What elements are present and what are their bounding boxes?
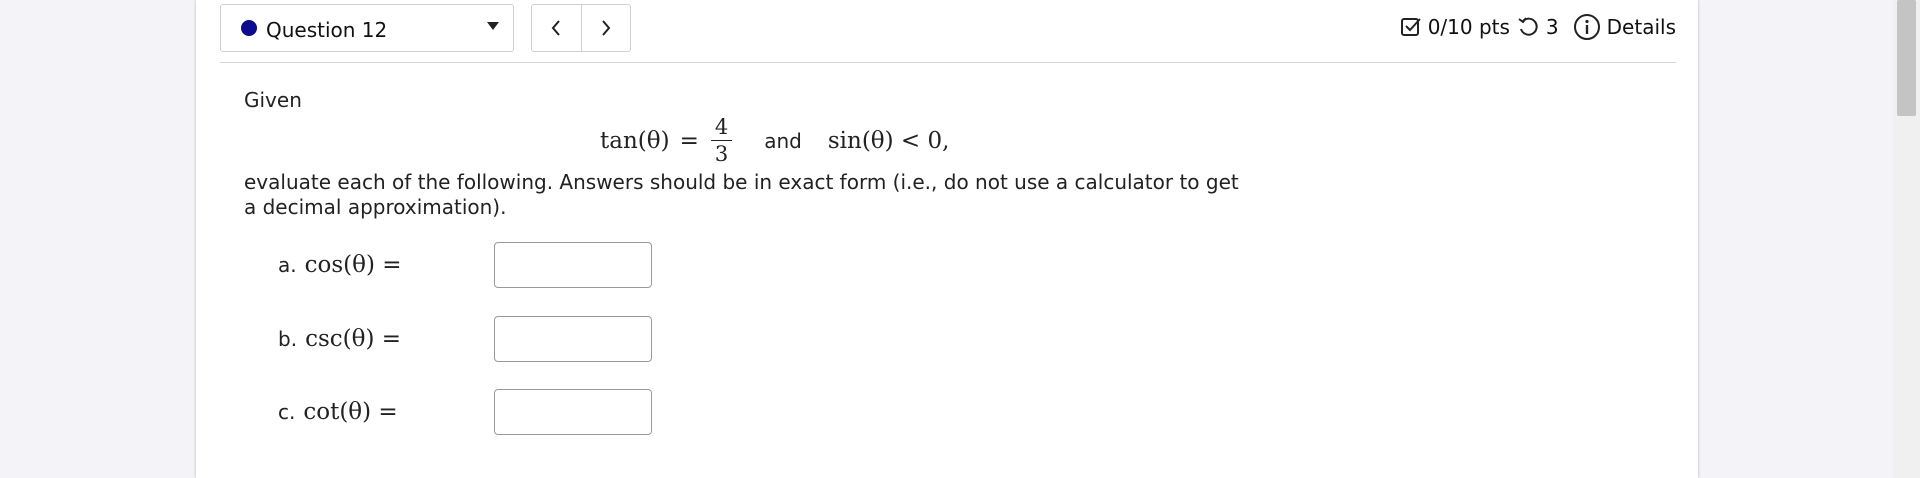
part-c: c. cot(θ) = (278, 389, 652, 435)
status-dot (241, 20, 257, 36)
answer-input-b[interactable] (494, 316, 652, 362)
question-label: Question 12 (266, 18, 388, 42)
scrollbar-thumb[interactable] (1897, 0, 1916, 116)
answer-input-c[interactable] (494, 389, 652, 435)
fraction-denominator: 3 (714, 142, 729, 166)
part-expression: cos(θ) = (304, 252, 402, 278)
equation-lhs: tan(θ) (600, 128, 670, 154)
page-scrollbar[interactable] (1893, 0, 1920, 478)
equation-conjunction: and (764, 129, 802, 153)
equation-condition: sin(θ) < 0, (827, 128, 950, 154)
fraction-numerator: 4 (710, 117, 733, 141)
retry-icon (1516, 15, 1540, 39)
next-question-button[interactable] (580, 5, 631, 51)
instructions-text: evaluate each of the following. Answers … (244, 170, 1239, 219)
question-status: 0/10 pts 3 Details (1400, 14, 1676, 40)
caret-down-icon (487, 22, 499, 30)
info-icon (1573, 14, 1600, 40)
question-card: Question 12 0/10 pts 3 Details Given tan… (196, 0, 1698, 478)
part-letter: a. (278, 253, 297, 277)
given-equation: tan(θ) = 4 3 and sin(θ) < 0, (600, 110, 949, 172)
part-a: a. cos(θ) = (278, 242, 652, 288)
question-nav (531, 4, 631, 52)
answer-input-a[interactable] (494, 242, 652, 288)
part-letter: c. (278, 400, 296, 424)
given-label: Given (244, 88, 302, 112)
chevron-left-icon (551, 20, 561, 36)
part-letter: b. (278, 327, 298, 351)
chevron-right-icon (601, 20, 611, 36)
question-selector[interactable]: Question 12 (220, 4, 514, 52)
points-text: 0/10 pts (1427, 15, 1510, 39)
details-label[interactable]: Details (1607, 15, 1676, 39)
part-expression: cot(θ) = (303, 399, 398, 425)
previous-question-button[interactable] (532, 5, 581, 51)
fraction: 4 3 (710, 117, 733, 166)
part-expression: csc(θ) = (305, 326, 402, 352)
details-link[interactable]: Details (1573, 13, 1676, 41)
checkbox-icon (1400, 16, 1422, 38)
part-b: b. csc(θ) = (278, 316, 652, 362)
attempts-count: 3 (1545, 15, 1559, 39)
header-divider (220, 62, 1676, 63)
equation-equals: = (679, 128, 699, 154)
